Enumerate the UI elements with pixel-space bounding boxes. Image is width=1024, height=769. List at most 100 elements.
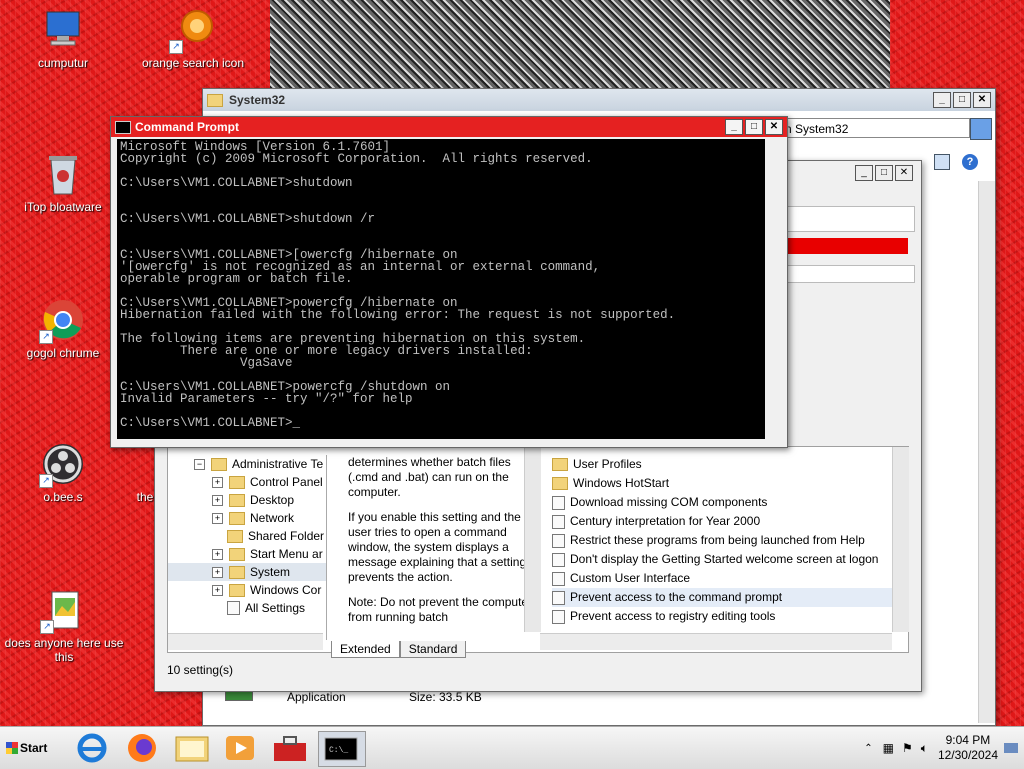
- list-item-folder[interactable]: Windows HotStart: [552, 474, 892, 493]
- toolbox-icon[interactable]: [270, 731, 310, 765]
- status-text: 10 setting(s): [167, 663, 234, 677]
- minimize-button[interactable]: _: [725, 119, 743, 135]
- description-scrollbar[interactable]: [524, 447, 541, 632]
- folder-icon: [229, 511, 245, 525]
- ie-icon[interactable]: [72, 731, 112, 765]
- media-player-icon[interactable]: [220, 731, 260, 765]
- computer-icon: [41, 8, 85, 52]
- cmd-titlebar[interactable]: Command Prompt _ □ ✕: [111, 117, 787, 137]
- tab-standard[interactable]: Standard: [399, 641, 467, 658]
- expand-icon[interactable]: +: [212, 584, 223, 596]
- tree-item-network[interactable]: + Network: [168, 509, 326, 527]
- desktop-icon-recycle-bin[interactable]: iTop bloatware: [8, 152, 118, 214]
- firefox-icon[interactable]: [122, 731, 162, 765]
- desktop-icon-label: gogol chrume: [26, 346, 100, 360]
- console-line: operable program or batch file.: [120, 272, 353, 286]
- clock-time: 9:04 PM: [945, 733, 991, 747]
- list-item-folder[interactable]: User Profiles: [552, 455, 892, 474]
- list-item-setting-selected[interactable]: Prevent access to the command prompt: [552, 588, 892, 607]
- console-line: Copyright (c) 2009 Microsoft Corporation…: [120, 152, 593, 166]
- maximize-button[interactable]: □: [745, 119, 763, 135]
- desktop-icon-chrome[interactable]: ↗ gogol chrume: [8, 298, 118, 360]
- tree-hscrollbar[interactable]: [168, 633, 323, 650]
- close-button[interactable]: ✕: [765, 119, 783, 135]
- chrome-icon: ↗: [39, 298, 85, 344]
- expand-icon[interactable]: +: [212, 548, 223, 560]
- minimize-button[interactable]: _: [933, 92, 951, 108]
- tree-item-admin-templates[interactable]: − Administrative Te: [168, 455, 326, 473]
- help-icon[interactable]: ?: [962, 154, 978, 170]
- folder-icon: [229, 565, 245, 579]
- list-item-setting[interactable]: Download missing COM components: [552, 493, 892, 512]
- tab-extended[interactable]: Extended: [331, 641, 400, 658]
- file-name[interactable]: Application: [287, 690, 346, 704]
- explorer-icon[interactable]: [172, 731, 212, 765]
- shortcut-arrow-icon: ↗: [39, 474, 53, 488]
- tree-item-windows-components[interactable]: + Windows Cor: [168, 581, 326, 599]
- console-output[interactable]: Microsoft Windows [Version 6.1.7601] Copy…: [117, 139, 765, 439]
- tree-item-all-settings[interactable]: All Settings: [168, 599, 326, 617]
- desktop-icon-computer[interactable]: cumputur: [8, 8, 118, 70]
- close-button[interactable]: ✕: [895, 165, 913, 181]
- show-hidden-icons-icon[interactable]: ⌃: [864, 743, 872, 754]
- explorer-scrollbar[interactable]: [978, 181, 995, 723]
- list-item-setting[interactable]: Don't display the Getting Started welcom…: [552, 550, 892, 569]
- explorer-titlebar[interactable]: System32 _ □ ✕: [203, 89, 995, 111]
- folder-icon: [211, 457, 227, 471]
- cmd-icon: [115, 120, 131, 134]
- expand-icon[interactable]: +: [212, 566, 223, 578]
- close-button[interactable]: ✕: [973, 92, 991, 108]
- setting-icon: [552, 533, 565, 548]
- folder-icon: [229, 583, 245, 597]
- desktop-icon-label: cumputur: [37, 56, 89, 70]
- start-button[interactable]: Start: [2, 733, 56, 763]
- clock[interactable]: 9:04 PM 12/30/2024: [938, 733, 998, 763]
- desktop-icon-notepad[interactable]: ↗ does anyone here use this: [4, 588, 124, 664]
- volume-icon[interactable]: 🔈︎: [921, 741, 928, 756]
- tree-item-start-menu[interactable]: + Start Menu ar: [168, 545, 326, 563]
- command-prompt-window[interactable]: Command Prompt _ □ ✕ Microsoft Windows […: [110, 116, 788, 448]
- tree-item-desktop[interactable]: + Desktop: [168, 491, 326, 509]
- cmd-scrollbar[interactable]: [765, 139, 781, 439]
- desktop-icon-orange-search[interactable]: ↗ orange search icon: [138, 8, 248, 70]
- settings-scrollbar[interactable]: [892, 447, 909, 632]
- tree-item-system[interactable]: + System: [168, 563, 326, 581]
- preview-pane-icon[interactable]: [934, 154, 950, 170]
- status-bar: 10 setting(s): [167, 661, 907, 679]
- shortcut-arrow-icon: ↗: [39, 330, 53, 344]
- console-line: VgaSave: [120, 356, 293, 370]
- expand-icon[interactable]: +: [212, 494, 223, 506]
- list-item-setting[interactable]: Century interpretation for Year 2000: [552, 512, 892, 531]
- maximize-button[interactable]: □: [875, 165, 893, 181]
- shortcut-arrow-icon: ↗: [40, 620, 54, 634]
- action-center-flag-icon[interactable]: ⚑: [902, 741, 913, 755]
- collapse-icon[interactable]: −: [194, 458, 205, 470]
- setting-icon: [552, 514, 565, 529]
- show-desktop-icon[interactable]: [1004, 743, 1018, 753]
- notepad-icon: ↗: [40, 588, 86, 634]
- desktop-icon-label: iTop bloatware: [24, 200, 102, 214]
- tree-item-shared-folders[interactable]: Shared Folder: [168, 527, 326, 545]
- address-bar[interactable]: n System32: [780, 118, 970, 138]
- cmd-taskbar-button[interactable]: C:\_: [318, 731, 366, 767]
- list-item-setting[interactable]: Prevent access to registry editing tools: [552, 607, 892, 626]
- cmd-title: Command Prompt: [135, 120, 240, 134]
- tree-item-control-panel[interactable]: + Control Panel: [168, 473, 326, 491]
- settings-hscrollbar[interactable]: [540, 633, 892, 650]
- file-size: Size: 33.5 KB: [409, 690, 482, 704]
- search-icon[interactable]: [970, 118, 992, 140]
- folder-icon: [552, 477, 568, 490]
- expand-icon[interactable]: +: [212, 512, 223, 524]
- windows-flag-icon: [6, 742, 18, 754]
- folder-icon: [552, 458, 568, 471]
- network-icon[interactable]: ▦: [883, 741, 894, 755]
- minimize-button[interactable]: _: [855, 165, 873, 181]
- list-item-setting[interactable]: Custom User Interface: [552, 569, 892, 588]
- taskbar: Start C:\_ ⌃ ▦ ⚑ 🔈︎ 9:04 PM 12/30/2024: [0, 726, 1024, 769]
- group-policy-content: − Administrative Te + Control Panel + Deskt…: [167, 446, 909, 653]
- clock-date: 12/30/2024: [937, 748, 998, 762]
- expand-icon[interactable]: +: [212, 476, 223, 488]
- list-item-setting[interactable]: Restrict these programs from being launc…: [552, 531, 892, 550]
- maximize-button[interactable]: □: [953, 92, 971, 108]
